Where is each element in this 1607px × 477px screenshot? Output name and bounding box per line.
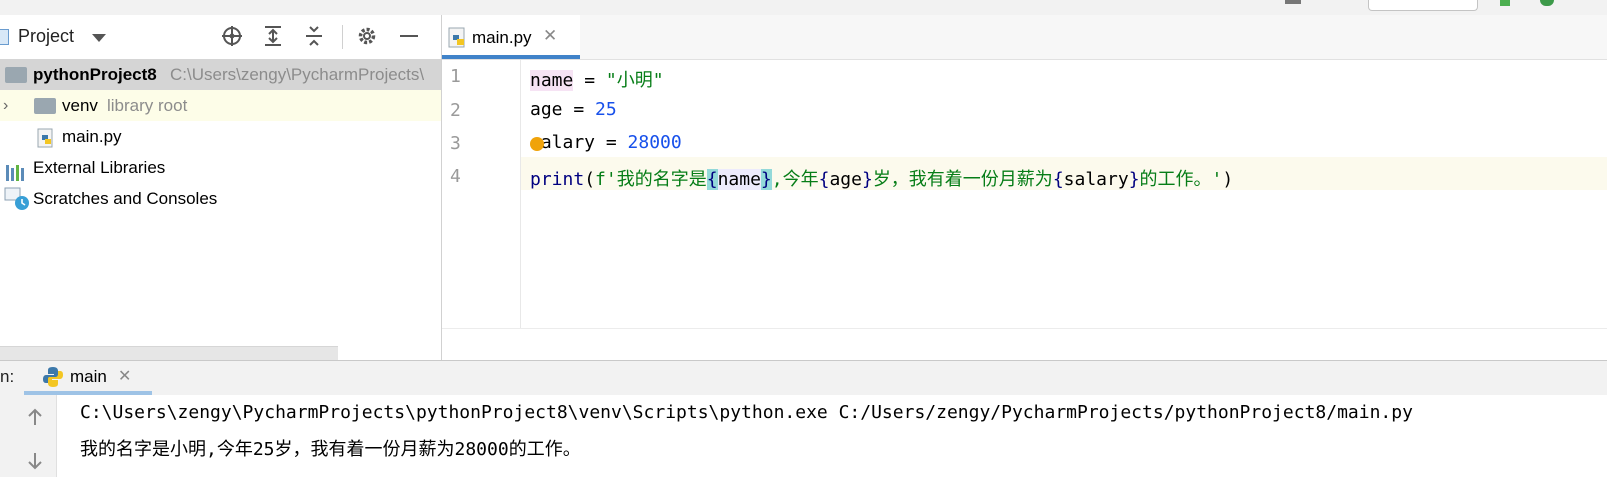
line-number: 3 <box>450 133 461 154</box>
run-panel-prefix: n: <box>0 367 15 386</box>
folder-icon <box>5 67 27 83</box>
tree-item-external-libraries[interactable]: External Libraries <box>0 152 441 183</box>
python-file-icon <box>448 27 468 54</box>
line-number: 1 <box>450 66 461 87</box>
number-literal: 28000 <box>627 132 682 153</box>
code-line-3[interactable]: salary = 28000 <box>530 132 682 153</box>
tree-item-main-py[interactable]: main.py <box>0 121 441 152</box>
code-line-1[interactable]: name = "小明" <box>530 66 664 92</box>
variable-name: name <box>530 70 574 91</box>
editor-tab-bar: main.py ✕ <box>442 15 1607 60</box>
tab-label: main.py <box>472 28 532 47</box>
locate-icon[interactable] <box>221 25 243 47</box>
print-function: print <box>530 169 585 190</box>
brace: { <box>706 169 718 190</box>
brace: } <box>1128 169 1140 190</box>
line-number: 4 <box>450 166 461 187</box>
project-tool-window: Project pythonProject8 C:\Users\zengy\Py… <box>0 15 442 361</box>
active-tab-indicator <box>442 55 580 59</box>
editor-area: main.py ✕ 1 2 3 4 name = "小明" age = 25 s… <box>442 15 1607 361</box>
operator: = <box>573 70 606 91</box>
navigation-bar <box>0 0 1607 16</box>
brace: } <box>861 169 873 190</box>
variable-age: age <box>530 99 563 120</box>
operator: = <box>562 99 596 120</box>
close-icon[interactable]: ✕ <box>118 366 131 386</box>
arrow-up-icon[interactable] <box>26 407 44 432</box>
fstring-part: f'我的名字是 <box>595 169 707 190</box>
debug-icon[interactable] <box>1540 0 1554 6</box>
external-libraries-label: External Libraries <box>33 158 166 177</box>
console-output-line: C:\Users\zengy\PycharmProjects\pythonPro… <box>80 402 1413 423</box>
fstring-var-salary: salary <box>1063 169 1129 190</box>
line-number-gutter: 1 2 3 4 <box>442 60 521 360</box>
number-literal: 25 <box>595 99 617 120</box>
intention-bulb-icon[interactable] <box>530 137 544 151</box>
project-view-selector[interactable]: Project <box>18 26 74 47</box>
scratches-label: Scratches and Consoles <box>33 189 218 208</box>
fstring-var-name: name <box>717 169 761 190</box>
horizontal-scrollbar[interactable] <box>0 346 338 361</box>
code-line-4[interactable]: print(f'我的名字是{name},今年{age}岁，我有着一份月薪为{sa… <box>530 165 1233 191</box>
run-config-selector[interactable] <box>1368 0 1478 11</box>
editor-horizontal-scrollbar[interactable] <box>442 328 1607 361</box>
project-root-name: pythonProject8 <box>33 65 157 84</box>
paren: ) <box>1222 169 1234 190</box>
tree-item-project-root[interactable]: pythonProject8 C:\Users\zengy\PycharmPro… <box>0 59 441 90</box>
tab-main-py[interactable]: main.py ✕ <box>442 15 580 59</box>
gear-icon[interactable] <box>356 25 378 47</box>
chevron-down-icon[interactable] <box>92 34 106 42</box>
operator: = <box>595 132 628 153</box>
arrow-down-icon[interactable] <box>26 451 44 476</box>
run-tab-label: main <box>70 367 107 386</box>
run-toolbar <box>0 395 57 477</box>
python-file-icon <box>37 127 55 152</box>
fstring-part: ,今年 <box>771 169 819 190</box>
paren: ( <box>584 169 596 190</box>
fstring-part: 岁，我有着一份月薪为 <box>872 169 1053 190</box>
line-number: 2 <box>450 100 461 121</box>
brace: } <box>760 169 772 190</box>
project-root-path: C:\Users\zengy\PycharmProjects\ <box>170 65 425 84</box>
library-root-hint: library root <box>107 96 188 115</box>
close-icon[interactable]: ✕ <box>543 26 557 46</box>
file-name: main.py <box>62 127 122 146</box>
python-icon <box>42 366 64 393</box>
run-tool-window: n: main ✕ C:\Users\zengy\PycharmProjects… <box>0 360 1607 477</box>
tree-item-scratches[interactable]: Scratches and Consoles <box>0 183 441 214</box>
library-icon <box>6 160 28 183</box>
chevron-right-icon[interactable]: › <box>3 90 8 121</box>
fstring-part: 的工作。' <box>1139 169 1223 190</box>
expand-all-icon[interactable] <box>262 25 284 47</box>
project-icon <box>0 29 9 45</box>
build-icon[interactable] <box>1285 0 1301 4</box>
run-tab-bar: n: main ✕ <box>0 361 1607 395</box>
string-literal: "小明" <box>605 70 664 91</box>
run-tab-main[interactable]: main ✕ <box>24 361 152 395</box>
project-panel-header: Project <box>0 15 441 57</box>
toolbar-divider <box>342 25 343 49</box>
scratches-icon <box>4 187 30 214</box>
run-icon[interactable] <box>1500 0 1510 6</box>
tree-item-venv[interactable]: › venv library root <box>0 90 441 121</box>
folder-icon <box>34 98 56 114</box>
hide-panel-icon[interactable] <box>398 25 420 47</box>
collapse-all-icon[interactable] <box>303 25 325 47</box>
console-output-line: 我的名字是小明,今年25岁，我有着一份月薪为28000的工作。 <box>80 439 581 460</box>
venv-folder-name: venv <box>62 96 98 115</box>
fstring-var-age: age <box>829 169 862 190</box>
brace: { <box>818 169 830 190</box>
brace: { <box>1052 169 1064 190</box>
code-line-2[interactable]: age = 25 <box>530 99 617 120</box>
